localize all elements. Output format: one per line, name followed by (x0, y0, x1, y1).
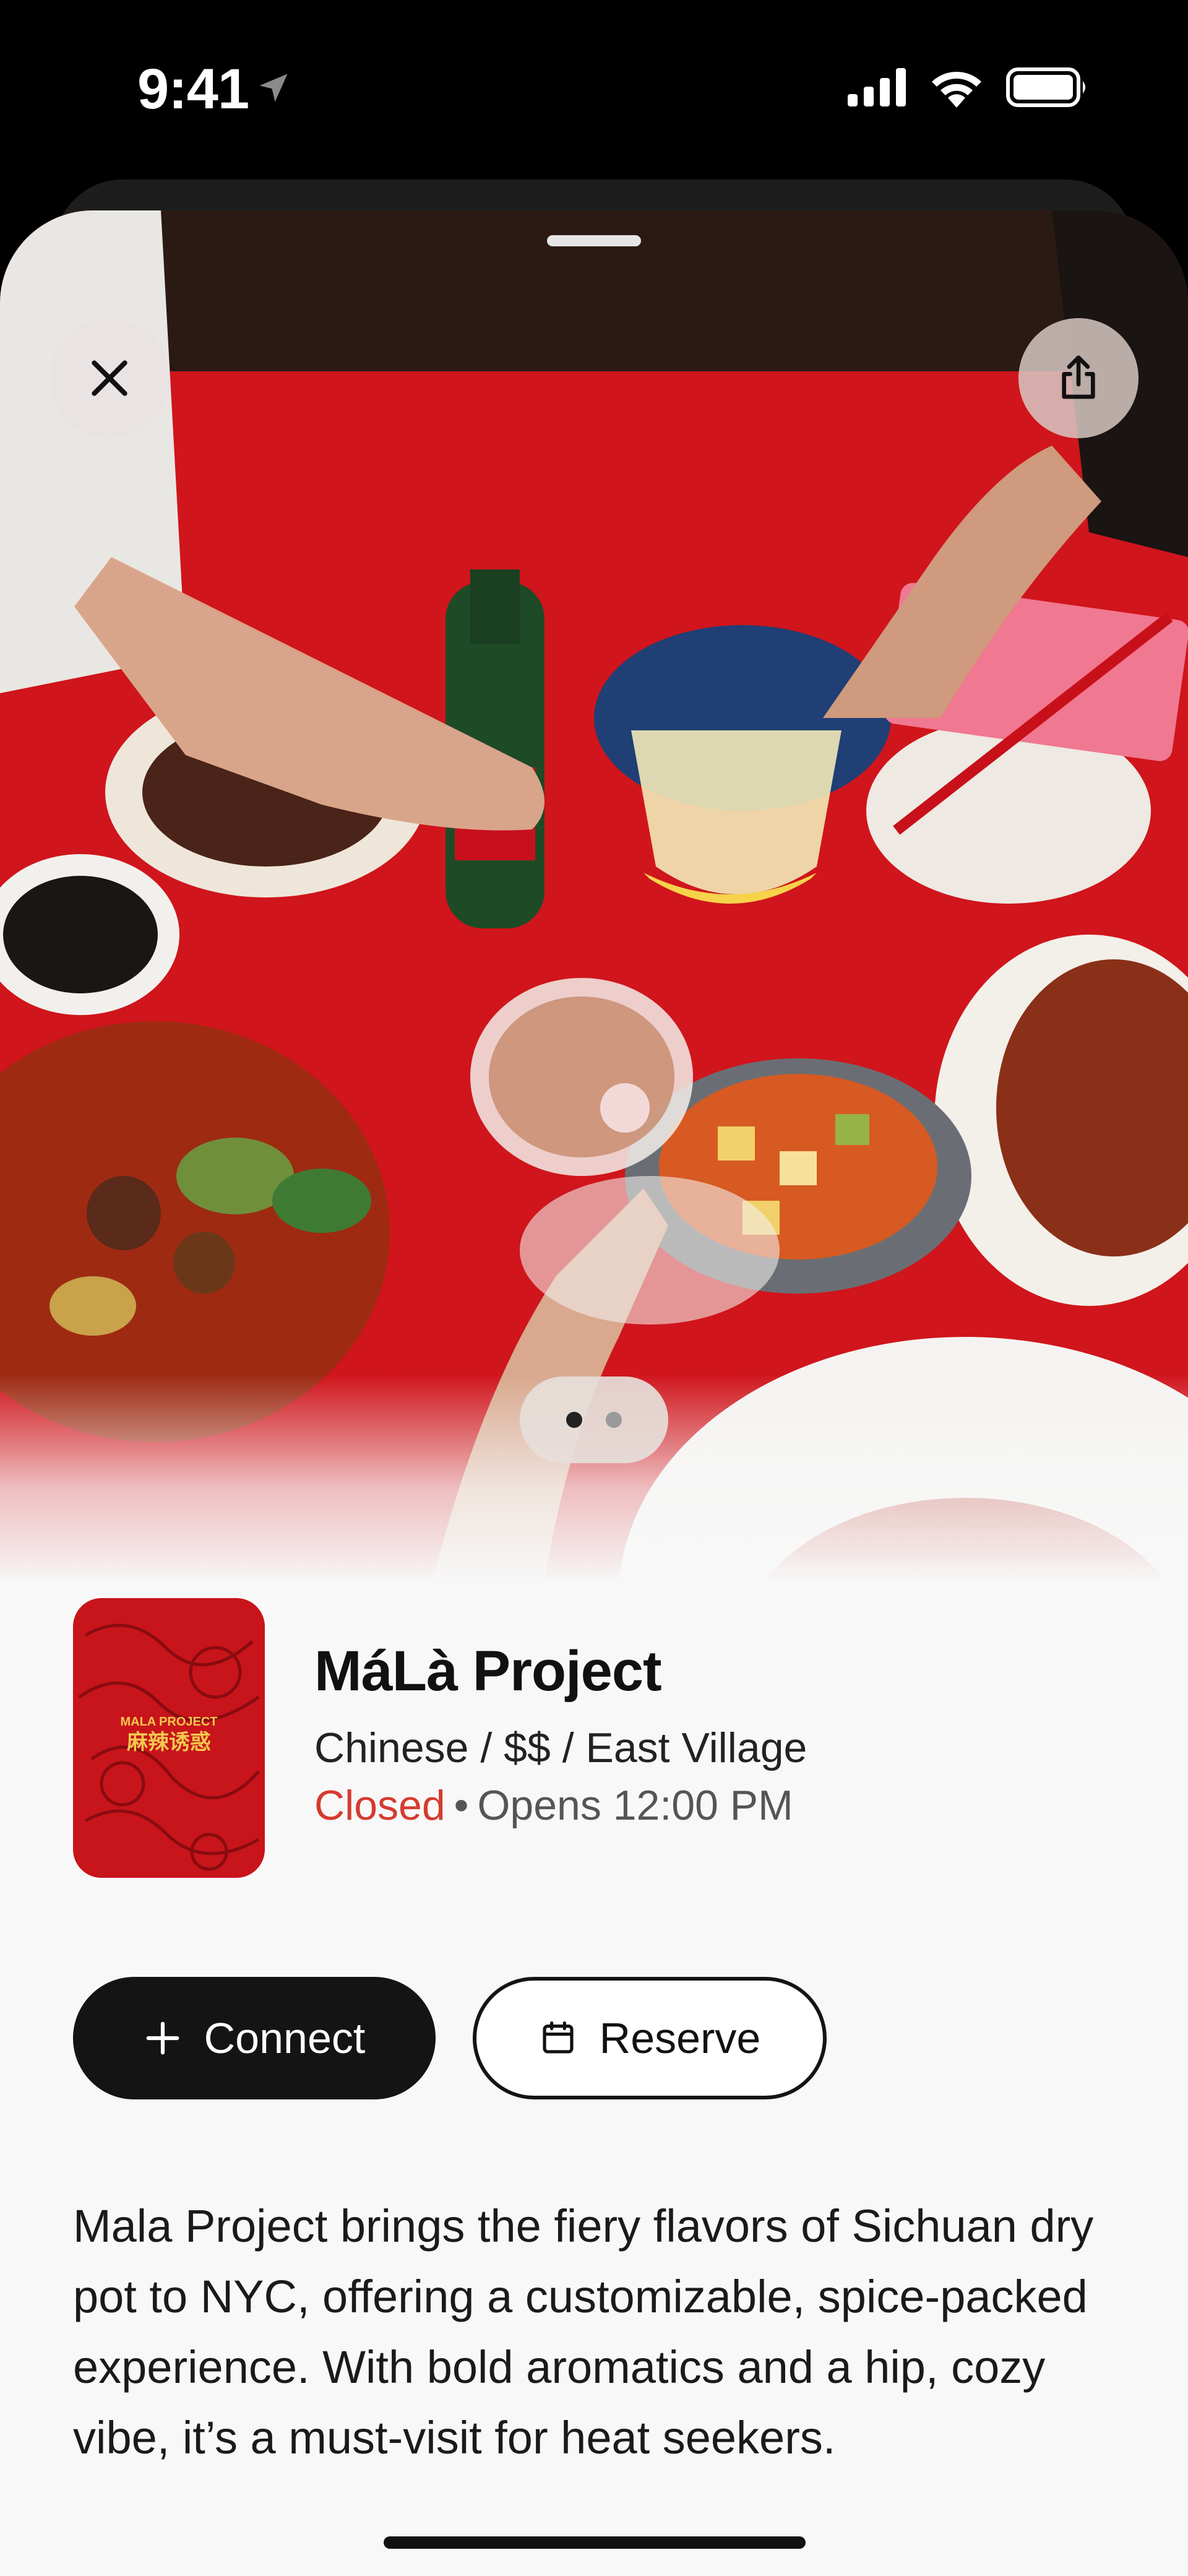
restaurant-description: Mala Project brings the fiery flavors of… (73, 2200, 1094, 2463)
hero-photo-carousel[interactable] (0, 210, 1188, 1578)
page-dot-active (566, 1412, 582, 1428)
close-icon (92, 360, 127, 396)
battery-icon (1006, 67, 1085, 107)
restaurant-subtitle: Chinese / $$ / East Village (314, 1724, 807, 1771)
logo-text: MALA PROJECT (120, 1715, 217, 1729)
hours-separator: • (454, 1782, 469, 1829)
opens-time: Opens 12:00 PM (477, 1782, 793, 1829)
plus-icon (146, 2021, 179, 2055)
carousel-page-indicator[interactable] (520, 1377, 668, 1463)
connect-label: Connect (204, 2014, 366, 2062)
wifi-icon (932, 72, 981, 108)
share-button[interactable] (1018, 318, 1138, 438)
restaurant-name: MáLà Project (314, 1640, 662, 1703)
hero-food-photo (0, 210, 1188, 1578)
opening-hours: Closed • Opens 12:00 PM (314, 1781, 793, 1830)
page-dot-inactive (606, 1412, 622, 1428)
connect-button[interactable]: Connect (73, 1977, 436, 2099)
reserve-label: Reserve (599, 2014, 761, 2062)
location-arrow-icon (259, 74, 288, 102)
status-bar: 9:41 (0, 0, 1188, 179)
sheet-grabber[interactable] (547, 235, 641, 246)
reserve-button[interactable]: Reserve (473, 1977, 827, 2099)
share-icon (1062, 355, 1095, 399)
status-closed: Closed (314, 1782, 446, 1829)
status-time: 9:41 (137, 58, 249, 121)
logo-text-chinese: 麻辣诱惑 (127, 1730, 211, 1755)
restaurant-logo: MALA PROJECT 麻辣诱惑 (73, 1598, 265, 1878)
home-indicator[interactable] (384, 2536, 806, 2549)
cellular-signal-icon (848, 68, 906, 106)
calendar-icon (543, 2021, 574, 2054)
close-button[interactable] (50, 318, 170, 438)
